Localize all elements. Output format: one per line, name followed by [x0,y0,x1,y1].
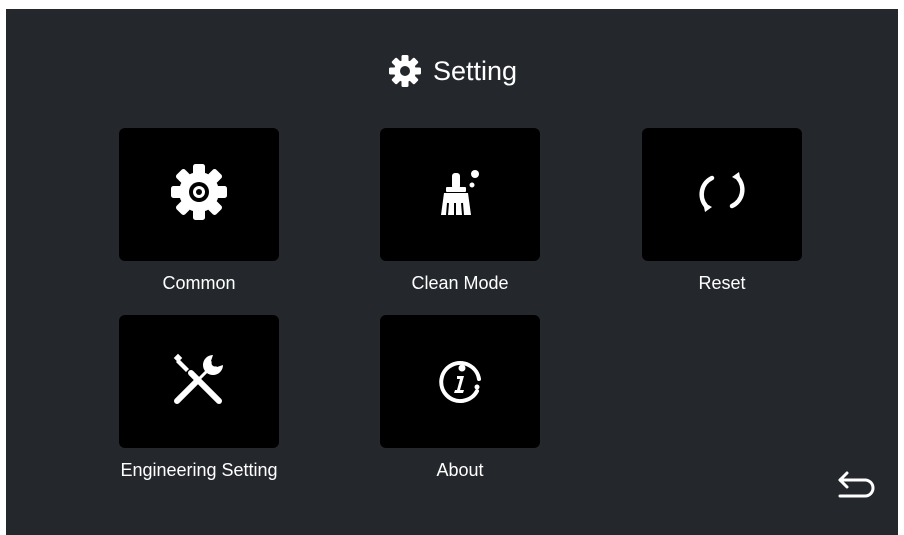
gear-icon [387,53,423,89]
tile-engineering-setting-button[interactable] [119,315,279,448]
tile-about-label: About [436,460,484,480]
tile-reset-button[interactable] [642,128,802,261]
tile-engineering-setting-label: Engineering Setting [120,460,278,480]
tile-reset-label: Reset [698,273,746,293]
info-icon [430,349,490,414]
tile-common-label: Common [162,273,236,293]
refresh-icon [692,162,752,227]
back-arrow-icon [835,467,879,508]
back-button[interactable] [832,467,882,507]
page-header: Setting [6,53,898,89]
settings-screen: Setting Common Clean Mode Reset Engineer… [6,9,898,535]
tile-about-button[interactable] [380,315,540,448]
tools-icon [169,349,229,414]
page-title: Setting [432,56,518,86]
tile-clean-mode-button[interactable] [380,128,540,261]
tile-clean-mode-label: Clean Mode [411,273,509,293]
broom-icon [431,163,489,226]
gear-icon [168,161,230,228]
tile-common-button[interactable] [119,128,279,261]
